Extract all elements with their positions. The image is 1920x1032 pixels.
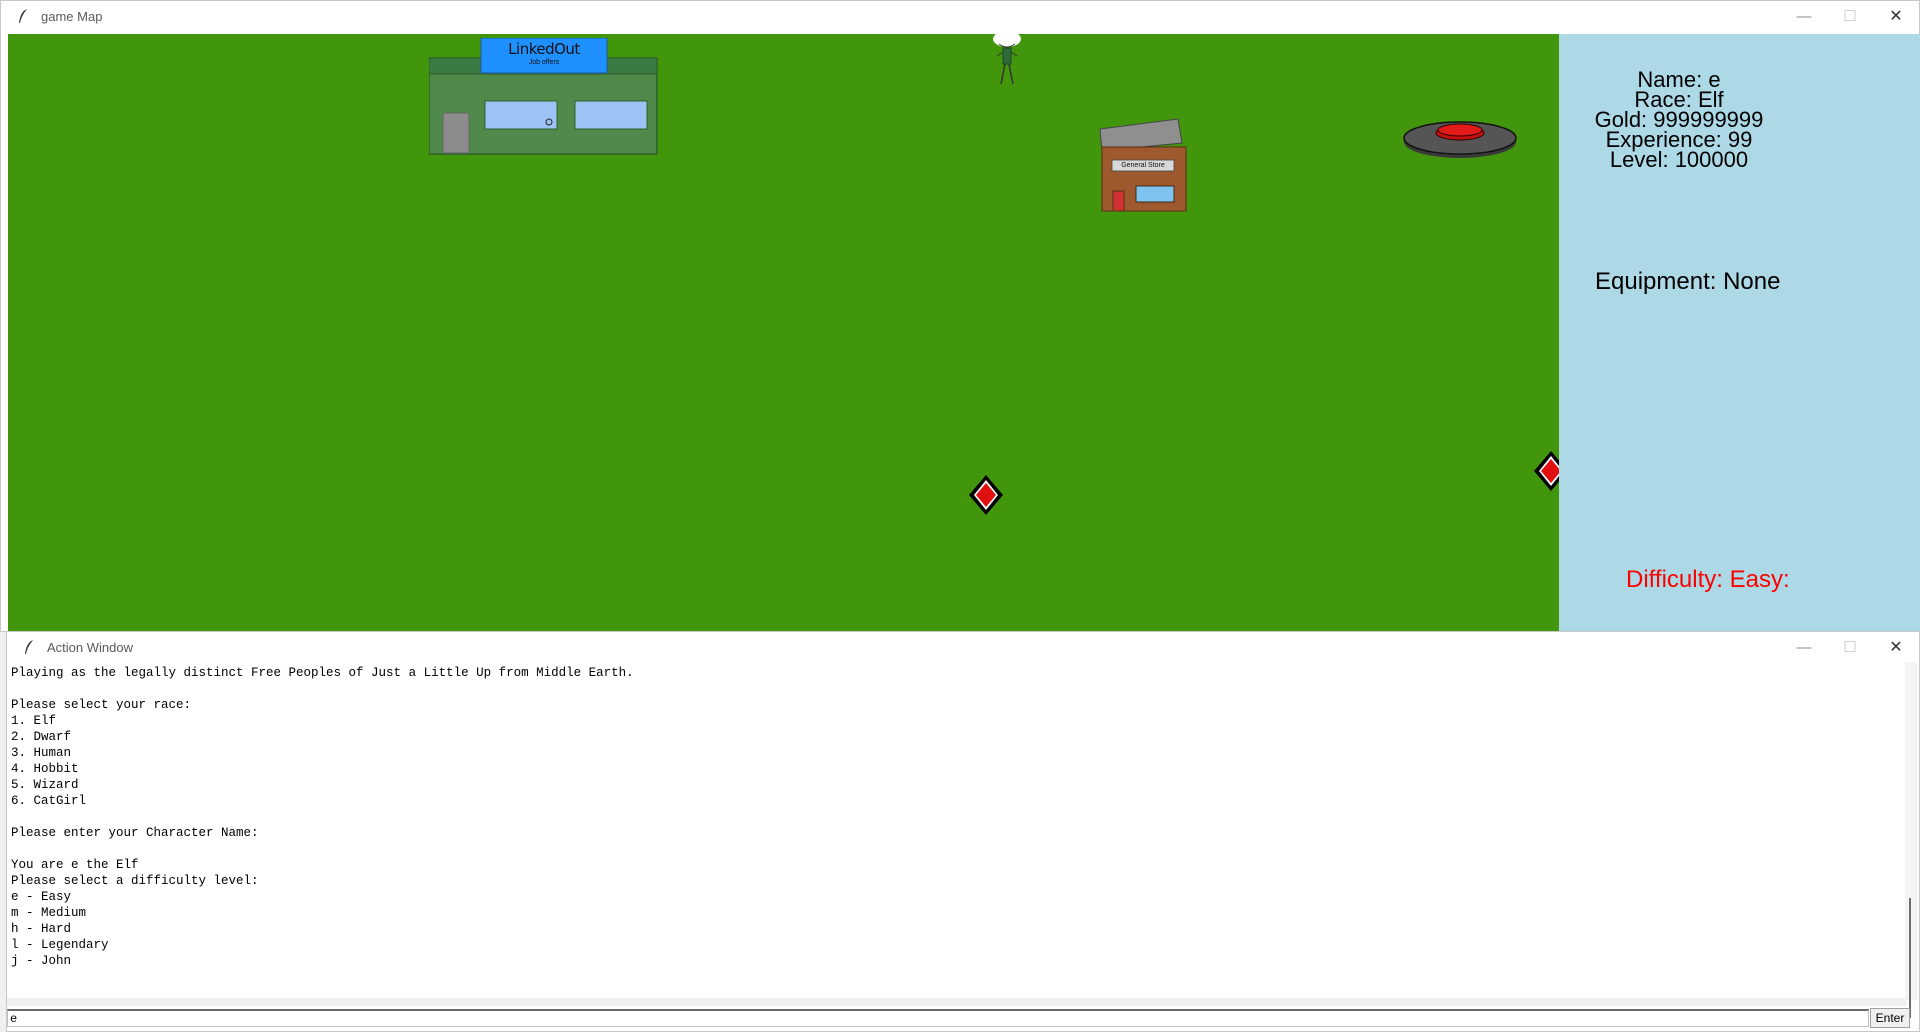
console-line: Please select your race: — [11, 698, 192, 712]
maximize-button[interactable]: ☐ — [1827, 632, 1873, 662]
console-line: m - Medium — [11, 906, 87, 920]
red-button-pad[interactable] — [1403, 116, 1519, 160]
scrollbar-thumb[interactable] — [1909, 898, 1911, 1018]
action-window: Action Window — ☐ ✕ Playing as the legal… — [6, 631, 1920, 1032]
difficulty-label: Difficulty: Easy: — [1626, 566, 1790, 593]
stats-panel: Name: e Race: Elf Gold: 999999999 Experi… — [1559, 34, 1920, 631]
console-line: 5. Wizard — [11, 778, 79, 792]
close-button[interactable]: ✕ — [1873, 632, 1919, 662]
minimize-button[interactable]: — — [1781, 1, 1827, 31]
console-line: Playing as the legally distinct Free Peo… — [11, 666, 634, 680]
linkedout-sign-text: LinkedOut — [508, 40, 580, 58]
map-titlebar[interactable]: game Map — ☐ ✕ — [1, 1, 1919, 31]
console-line: e - Easy — [11, 890, 72, 904]
console-line: 2. Dwarf — [11, 730, 72, 744]
linkedout-building[interactable]: LinkedOut Job offers — [428, 37, 659, 156]
linkedout-sign-subtext: Job offers — [528, 59, 560, 66]
close-button[interactable]: ✕ — [1873, 1, 1919, 31]
feather-icon — [21, 639, 37, 655]
console-line: j - John — [11, 954, 72, 968]
console-line: 3. Human — [11, 746, 72, 760]
console-line: l - Legendary — [11, 938, 109, 952]
console-line: Please enter your Character Name: — [11, 826, 259, 840]
equipment-label: Equipment: None — [1595, 268, 1781, 295]
horizontal-scrollbar[interactable] — [7, 998, 1907, 1006]
command-row: Enter — [7, 1007, 1920, 1029]
vertical-scrollbar[interactable] — [1905, 662, 1917, 1018]
red-diamond-enemy[interactable] — [967, 474, 1005, 516]
enter-button[interactable]: Enter — [1870, 1008, 1910, 1028]
console-line: You are e the Elf — [11, 858, 139, 872]
game-map-window: game Map — ☐ ✕ LinkedOut Job offers Gene… — [0, 0, 1920, 632]
console-line: 4. Hobbit — [11, 762, 79, 776]
console-line: 6. CatGirl — [11, 794, 87, 808]
minimize-button[interactable]: — — [1781, 632, 1827, 662]
player-character[interactable] — [990, 34, 1024, 88]
map-window-title: game Map — [41, 8, 103, 24]
stat-level: Level: 100000 — [1609, 147, 1749, 172]
console-line: Please select a difficulty level: — [11, 874, 259, 888]
red-diamond-enemy[interactable] — [1534, 450, 1559, 492]
action-window-title: Action Window — [47, 639, 133, 655]
general-store-building[interactable]: General Store — [1098, 117, 1188, 212]
console-line: h - Hard — [11, 922, 72, 936]
console-line: 1. Elf — [11, 714, 57, 728]
action-titlebar[interactable]: Action Window — ☐ ✕ — [7, 632, 1919, 662]
map-canvas[interactable]: LinkedOut Job offers General Store — [8, 34, 1559, 631]
general-store-sign-text: General Store — [1121, 162, 1165, 169]
feather-icon — [15, 8, 31, 24]
command-input[interactable] — [7, 1009, 1869, 1027]
console-output: Playing as the legally distinct Free Peo… — [7, 662, 1907, 1000]
maximize-button[interactable]: ☐ — [1827, 1, 1873, 31]
